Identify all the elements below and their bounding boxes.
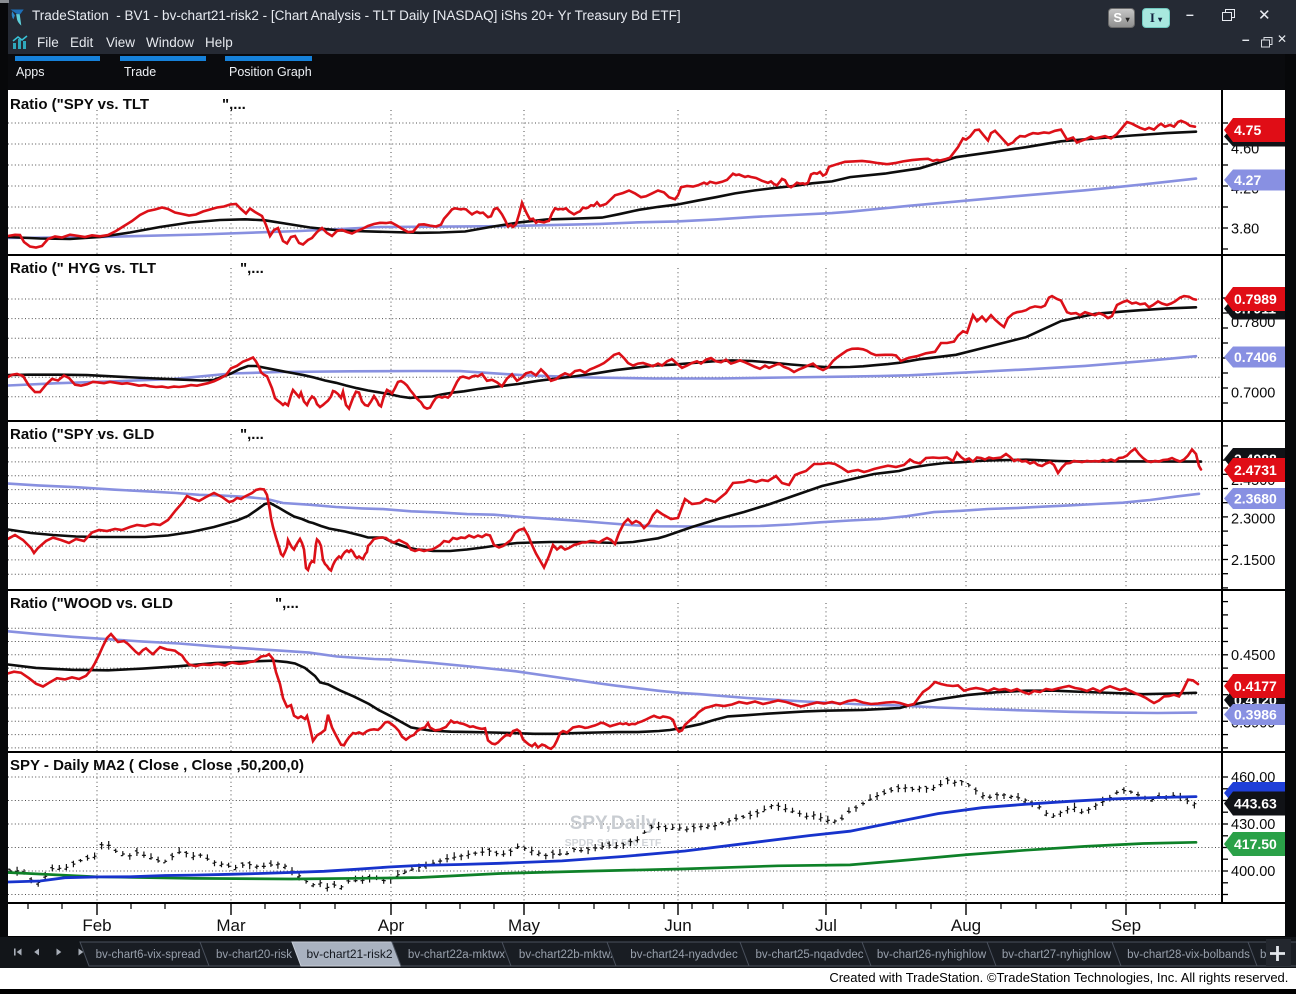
svg-text:bv-chart21-risk2: bv-chart21-risk2 [306,947,392,961]
svg-text:430.00: 430.00 [1231,817,1275,833]
svg-text:3.80: 3.80 [1231,222,1259,238]
svg-text:bv-chart20-risk: bv-chart20-risk [216,949,292,961]
svg-text:",...: ",... [240,426,264,443]
svg-text:Mar: Mar [216,916,246,935]
svg-text:Apr: Apr [378,916,405,935]
svg-text:",...: ",... [222,96,246,113]
svg-text:0.7989: 0.7989 [1234,291,1277,307]
svg-text:Sep: Sep [1111,916,1141,935]
svg-text:0.7000: 0.7000 [1231,386,1275,402]
svg-text:bv-chart25-nqadvdec: bv-chart25-nqadvdec [755,949,863,961]
svg-text:",...: ",... [275,595,299,612]
svg-text:Ratio ("WOOD vs. GLD: Ratio ("WOOD vs. GLD [10,595,173,612]
svg-text:",...: ",... [240,260,264,277]
svg-text:bv-chart26-nyhighlow: bv-chart26-nyhighlow [877,949,987,961]
svg-text:0.7406: 0.7406 [1234,349,1277,365]
svg-text:Feb: Feb [82,916,111,935]
svg-text:4.27: 4.27 [1234,172,1261,188]
svg-text:4.75: 4.75 [1234,122,1261,138]
svg-text:2.4731: 2.4731 [1234,462,1277,478]
svg-text:2.3680: 2.3680 [1234,491,1277,507]
svg-text:417.50: 417.50 [1234,836,1277,852]
svg-text:bv-chart28-vix-bolbands: bv-chart28-vix-bolbands [1127,949,1250,961]
svg-text:Aug: Aug [951,916,981,935]
svg-text:SPY,Daily: SPY,Daily [570,813,657,834]
svg-text:Ratio ("SPY vs. TLT: Ratio ("SPY vs. TLT [10,96,149,113]
svg-text:May: May [508,916,541,935]
svg-text:443.63: 443.63 [1234,796,1277,812]
svg-text:bv-chart22b-mktwx: bv-chart22b-mktwx [519,949,616,961]
svg-text:Ratio ("SPY vs. GLD: Ratio ("SPY vs. GLD [10,426,155,443]
svg-text:Jul: Jul [815,916,837,935]
svg-text:bv-chart24-nyadvdec: bv-chart24-nyadvdec [630,949,738,961]
svg-text:bv-chart6-vix-spread: bv-chart6-vix-spread [96,949,201,961]
svg-text:SPDR S&P 500 ETF: SPDR S&P 500 ETF [565,837,662,849]
svg-text:bv-chart27-nyhighlow: bv-chart27-nyhighlow [1002,949,1112,961]
svg-text:400.00: 400.00 [1231,864,1275,880]
svg-text:2.3000: 2.3000 [1231,511,1275,527]
svg-text:Jun: Jun [664,916,691,935]
svg-text:0.4500: 0.4500 [1231,648,1275,664]
svg-text:2.1500: 2.1500 [1231,553,1275,569]
svg-text:Ratio (" HYG vs. TLT: Ratio (" HYG vs. TLT [10,260,156,277]
svg-text:bv-chart22a-mktwx: bv-chart22a-mktwx [408,949,505,961]
svg-text:SPY - Daily MA2 ( Close , Clo: SPY - Daily MA2 ( Close , Close ,50,200,… [10,757,304,774]
svg-text:0.3986: 0.3986 [1234,707,1277,723]
svg-text:0.4177: 0.4177 [1234,678,1277,694]
